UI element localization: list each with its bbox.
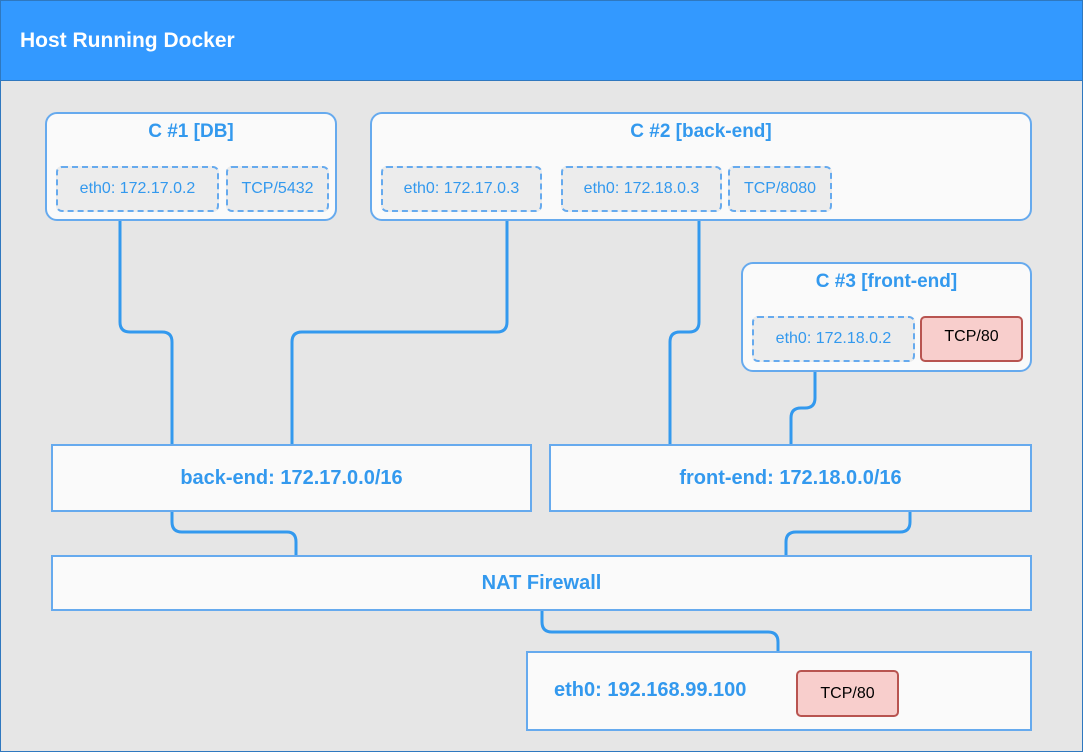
published-port-badge: TCP/80 xyxy=(920,316,1023,362)
container-back-end: C #2 [back-end] eth0: 172.17.0.3 eth0: 1… xyxy=(370,112,1032,221)
port-badge: TCP/8080 xyxy=(728,166,832,212)
port-badge: TCP/5432 xyxy=(226,166,329,212)
link-backend-nat xyxy=(170,512,298,556)
container-title: C #2 [back-end] xyxy=(630,121,772,142)
interface-badge: eth0: 172.18.0.2 xyxy=(752,316,915,362)
network-back-end: back-end: 172.17.0.0/16 xyxy=(51,444,532,512)
published-port-badge: TCP/80 xyxy=(796,670,899,717)
container-title: C #3 [front-end] xyxy=(815,271,958,292)
host-interface: eth0: 192.168.99.100 TCP/80 xyxy=(526,651,1032,731)
link-c2-frontend xyxy=(668,221,701,445)
container-title: C #1 [DB] xyxy=(148,121,234,142)
link-frontend-nat xyxy=(784,512,912,556)
host-interface-label: eth0: 192.168.99.100 xyxy=(554,679,747,701)
container-db: C #1 [DB] eth0: 172.17.0.2 TCP/5432 xyxy=(45,112,337,221)
container-front-end: C #3 [front-end] eth0: 172.18.0.2 TCP/80 xyxy=(741,262,1032,372)
link-c3-frontend xyxy=(789,372,817,445)
network-front-end: front-end: 172.18.0.0/16 xyxy=(549,444,1032,512)
interface-badge: eth0: 172.17.0.2 xyxy=(56,166,219,212)
interface-badge: eth0: 172.17.0.3 xyxy=(381,166,542,212)
link-c2-backend xyxy=(290,221,509,445)
nat-firewall: NAT Firewall xyxy=(51,555,1032,611)
link-nat-host xyxy=(540,610,780,652)
interface-badge: eth0: 172.18.0.3 xyxy=(561,166,722,212)
link-c1-backend xyxy=(118,221,174,445)
